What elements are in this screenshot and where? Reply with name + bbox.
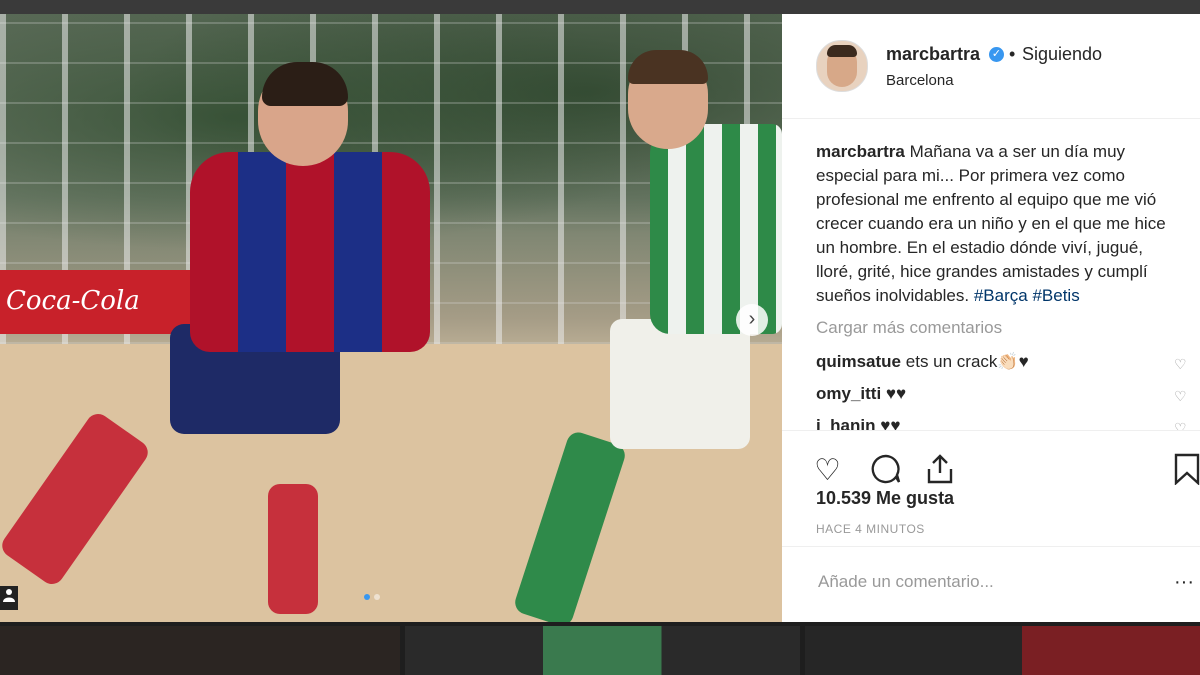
comment-like-icon[interactable]: ♡	[1174, 356, 1187, 373]
carousel-next-button[interactable]: ›	[736, 304, 768, 336]
comment-bubble-icon[interactable]	[870, 453, 902, 493]
comment-username[interactable]: omy_itti	[816, 384, 881, 403]
comment-text: ♥♥	[885, 384, 907, 403]
share-icon[interactable]	[924, 453, 956, 493]
photo-player2-hair	[628, 50, 708, 84]
comment-item: quimsatue ets un crack👏🏻♥	[816, 352, 1166, 372]
action-bar: ♡	[782, 430, 1200, 495]
photo-player1-shirt	[190, 152, 430, 352]
carousel-dot	[374, 594, 380, 600]
comment-like-icon[interactable]: ♡	[1174, 420, 1187, 430]
verified-badge-icon: ✓	[989, 47, 1004, 62]
post-timestamp: HACE 4 MINUTOS	[816, 522, 925, 536]
photo-player2-shorts	[610, 319, 750, 449]
related-post-thumbnail[interactable]	[405, 626, 800, 675]
carousel-dots	[364, 594, 380, 600]
avatar[interactable]	[816, 40, 868, 92]
hashtag-link[interactable]: #Barça	[974, 286, 1028, 305]
caption-text: Mañana va a ser un día muy especial para…	[816, 142, 1166, 305]
photo-player2-shirt	[650, 124, 782, 334]
post-side-panel: marcbartra ✓ • Siguiendo Barcelona marcb…	[782, 14, 1200, 622]
comment-like-icon[interactable]: ♡	[1174, 388, 1187, 405]
comment-text: ♥♥	[880, 416, 901, 430]
post-header: marcbartra ✓ • Siguiendo Barcelona	[782, 14, 1200, 119]
location-link[interactable]: Barcelona	[886, 72, 954, 89]
comment-item: omy_itti ♥♥	[816, 384, 1166, 404]
save-bookmark-icon[interactable]	[1174, 453, 1200, 493]
post-photo[interactable]: Coca-Cola ›	[0, 14, 782, 622]
following-button[interactable]: Siguiendo	[1022, 44, 1102, 65]
hashtag-link[interactable]: #Betis	[1032, 286, 1079, 305]
like-heart-icon[interactable]: ♡	[814, 453, 841, 488]
related-post-thumbnail[interactable]	[805, 626, 1200, 675]
more-options-icon[interactable]: ···	[1174, 571, 1194, 594]
username-link[interactable]: marcbartra	[886, 44, 980, 65]
browser-top-bar	[0, 0, 1200, 14]
photo-adboard-text: Coca-Cola	[6, 286, 140, 316]
comment-item: i_hanin ♥♥	[816, 416, 1166, 430]
photo-player1-leg	[268, 484, 318, 614]
carousel-dot	[364, 594, 370, 600]
avatar-hair	[827, 45, 857, 57]
likes-count[interactable]: 10.539 Me gusta	[816, 488, 954, 509]
related-post-thumbnail[interactable]	[0, 626, 400, 675]
caption-username[interactable]: marcbartra	[816, 142, 905, 161]
add-comment-box: ···	[782, 546, 1200, 623]
post-caption: marcbartra Mañana va a ser un día muy es…	[816, 140, 1176, 308]
comment-username[interactable]: i_hanin	[816, 416, 876, 430]
comment-username[interactable]: quimsatue	[816, 352, 901, 371]
related-posts-strip	[0, 622, 1200, 675]
comment-text: ets un crack👏🏻♥	[905, 352, 1029, 371]
load-more-comments-button[interactable]: Cargar más comentarios	[816, 318, 1002, 338]
tagged-user-icon[interactable]	[0, 586, 18, 610]
separator-bullet: •	[1009, 44, 1016, 64]
comments-section: marcbartra Mañana va a ser un día muy es…	[782, 118, 1200, 430]
comment-input[interactable]	[816, 571, 1160, 593]
